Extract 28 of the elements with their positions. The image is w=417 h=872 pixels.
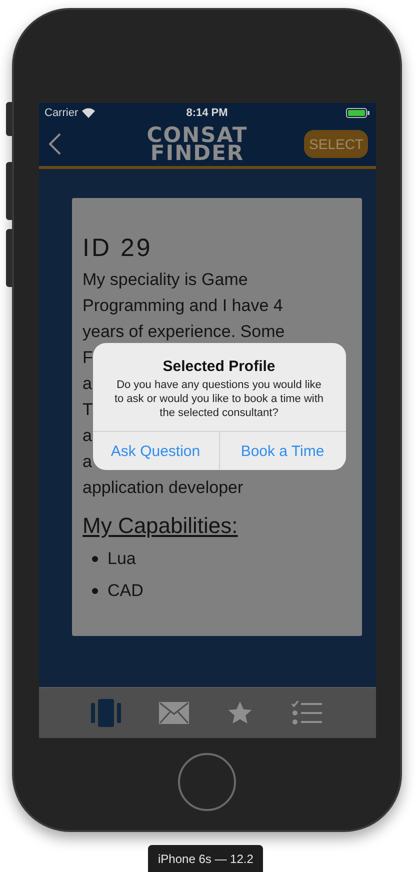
status-time: 8:14 PM (186, 106, 228, 118)
description-text: F (82, 348, 93, 367)
alert-title: Selected Profile (162, 358, 276, 375)
capability-text: CAD (108, 581, 144, 601)
description-text: a (82, 426, 92, 445)
back-icon[interactable] (48, 133, 60, 155)
description-text: My speciality is Game (82, 270, 248, 289)
description-text: application developer (82, 478, 244, 497)
battery-icon (346, 108, 370, 118)
profile-title: ID 29 (82, 234, 154, 263)
description-text: years of experience. Some (82, 322, 285, 341)
description-text: T (82, 400, 93, 419)
description-text: a (82, 374, 92, 393)
alert-button[interactable]: Book a Time (218, 432, 346, 470)
device-label: iPhone 6s — 12.2 (148, 845, 264, 872)
capability-text: Lua (108, 549, 136, 569)
alert-message: Do you have any questions you would like to ask or would you like to book a time with the selected consultant? (113, 378, 325, 420)
select-button[interactable]: SELECT (304, 130, 368, 158)
description-text: a (82, 452, 92, 471)
bullet-icon (92, 588, 98, 594)
bullet-icon (92, 556, 98, 562)
capabilities-heading: My Capabilities: (82, 513, 238, 538)
app-logo: CONSAT FINDER (146, 126, 248, 162)
alert-button[interactable]: Ask Question (92, 432, 218, 470)
home-button[interactable] (178, 753, 236, 811)
carrier-label: Carrier (44, 106, 78, 118)
description-text: Programming and I have 4 (82, 296, 283, 315)
wifi-icon (82, 108, 96, 118)
